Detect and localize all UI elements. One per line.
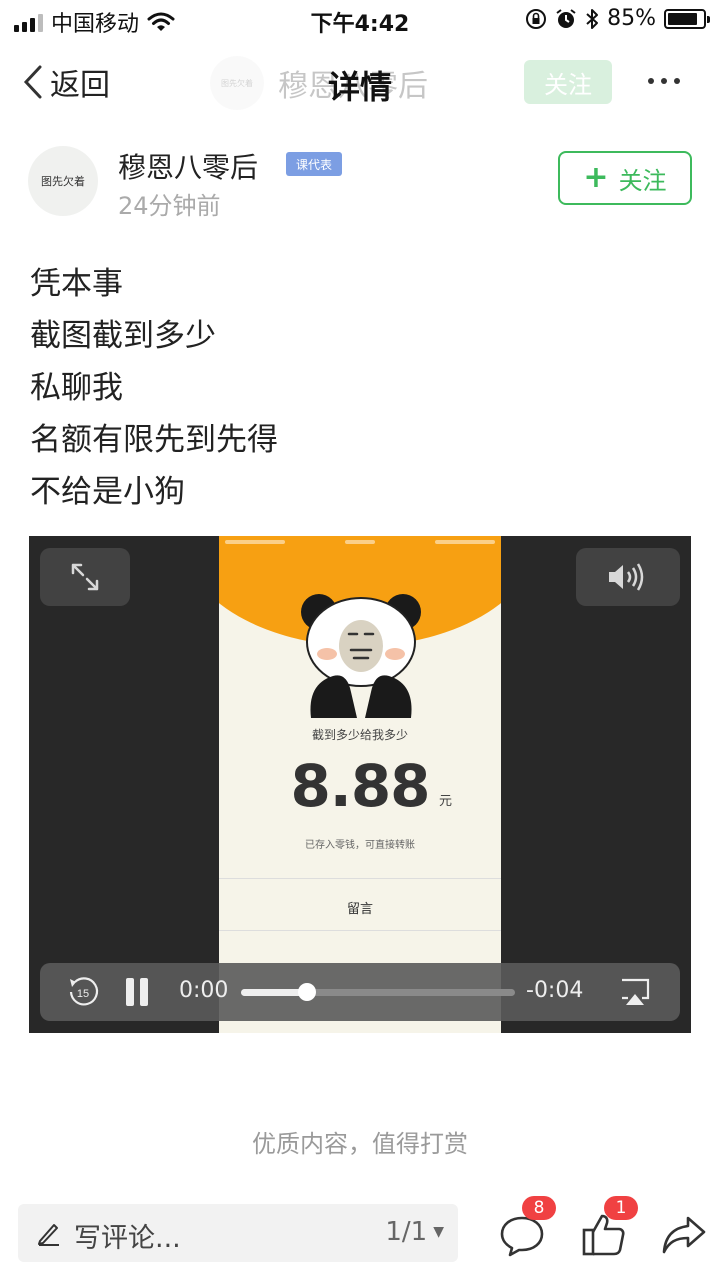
author-name[interactable]: 穆恩八零后 — [118, 146, 258, 186]
share-button[interactable] — [660, 1210, 708, 1258]
volume-button[interactable] — [576, 548, 680, 606]
page-title: 详情 — [327, 68, 392, 106]
follow-label: 关注 — [618, 166, 667, 195]
status-bar: 中国移动 下午4:42 85% — [0, 0, 720, 40]
follow-button[interactable]: + 关注 — [558, 151, 692, 205]
skip-back-icon[interactable]: 15 — [66, 975, 100, 1009]
page-indicator[interactable]: 1/1 ▼ — [385, 1217, 444, 1247]
post-line: 凭本事 — [30, 266, 123, 302]
speaker-icon — [609, 563, 644, 591]
battery-icon — [664, 8, 710, 29]
video-controls: 15 0:00 -0:04 — [40, 963, 680, 1021]
post-line: 私聊我 — [30, 370, 123, 406]
frame-note: 已存入零钱，可直接转账 — [305, 840, 415, 851]
bottom-bar: 写评论... 1/1 ▼ 8 1 — [0, 1196, 720, 1280]
remaining-time: -0:04 — [526, 978, 584, 1003]
bluetooth-icon — [586, 8, 599, 29]
expand-icon — [71, 563, 99, 591]
status-right: 85% — [525, 6, 710, 31]
progress-played — [241, 989, 307, 996]
frame-message: 留言 — [346, 902, 373, 917]
frame-unit: 元 — [439, 794, 453, 809]
current-time: 0:00 — [179, 978, 229, 1003]
orientation-lock-icon — [526, 8, 547, 29]
post-text: 凭本事 截图截到多少 私聊我 名额有限先到先得 不给是小狗 — [30, 258, 690, 518]
detail-page: 中国移动 下午4:42 85% 返回 图先欠着 穆恩八零后 详情 关注 图先欠着… — [0, 0, 720, 1280]
author-row: 图先欠着 穆恩八零后 课代表 24分钟前 + 关注 — [28, 146, 692, 220]
post-line: 截图截到多少 — [30, 318, 216, 354]
airplay-icon[interactable] — [618, 977, 652, 1007]
fullscreen-button[interactable] — [40, 548, 130, 606]
reward-prompt[interactable]: 优质内容，值得打赏 — [0, 1124, 720, 1159]
comment-placeholder: 写评论... — [74, 1223, 181, 1254]
post-line: 名额有限先到先得 — [30, 422, 278, 458]
progress-knob[interactable] — [297, 983, 316, 1001]
post-line: 不给是小狗 — [30, 474, 185, 510]
nav-bar: 返回 图先欠着 穆恩八零后 详情 关注 — [0, 48, 720, 114]
comment-count-badge: 8 — [522, 1196, 556, 1220]
battery-percent: 85% — [607, 6, 656, 31]
like-button[interactable]: 1 — [580, 1196, 638, 1258]
frame-amount: 8.88 — [290, 752, 430, 820]
pause-icon[interactable] — [126, 978, 150, 1006]
caret-down-icon: ▼ — [433, 1224, 444, 1240]
panda-sticker-image — [301, 594, 421, 718]
pencil-icon — [38, 1224, 59, 1246]
comment-button[interactable]: 8 — [498, 1196, 556, 1258]
share-icon — [662, 1216, 706, 1254]
like-count-badge: 1 — [604, 1196, 638, 1220]
video-frame: 截到多少给我多少 8.88 元 已存入零钱，可直接转账 留言 — [219, 536, 501, 1033]
frame-status-bar — [225, 540, 495, 548]
skip-seconds-label: 15 — [77, 988, 89, 1000]
page-indicator-label: 1/1 — [385, 1217, 428, 1247]
progress-slider[interactable] — [241, 983, 515, 1001]
post-time: 24分钟前 — [118, 192, 221, 220]
plus-icon: + — [583, 160, 609, 195]
alarm-icon — [556, 8, 576, 28]
more-dots-icon[interactable] — [648, 78, 680, 84]
author-badge: 课代表 — [286, 152, 343, 176]
video-player[interactable]: 截到多少给我多少 8.88 元 已存入零钱，可直接转账 留言 15 0:00 -… — [29, 536, 691, 1033]
frame-divider — [219, 878, 501, 879]
comment-input[interactable]: 写评论... 1/1 ▼ — [18, 1204, 458, 1262]
frame-divider — [219, 930, 501, 931]
nav-follow-button[interactable]: 关注 — [524, 60, 612, 104]
frame-caption: 截到多少给我多少 — [311, 728, 408, 742]
avatar[interactable]: 图先欠着 — [28, 146, 98, 216]
